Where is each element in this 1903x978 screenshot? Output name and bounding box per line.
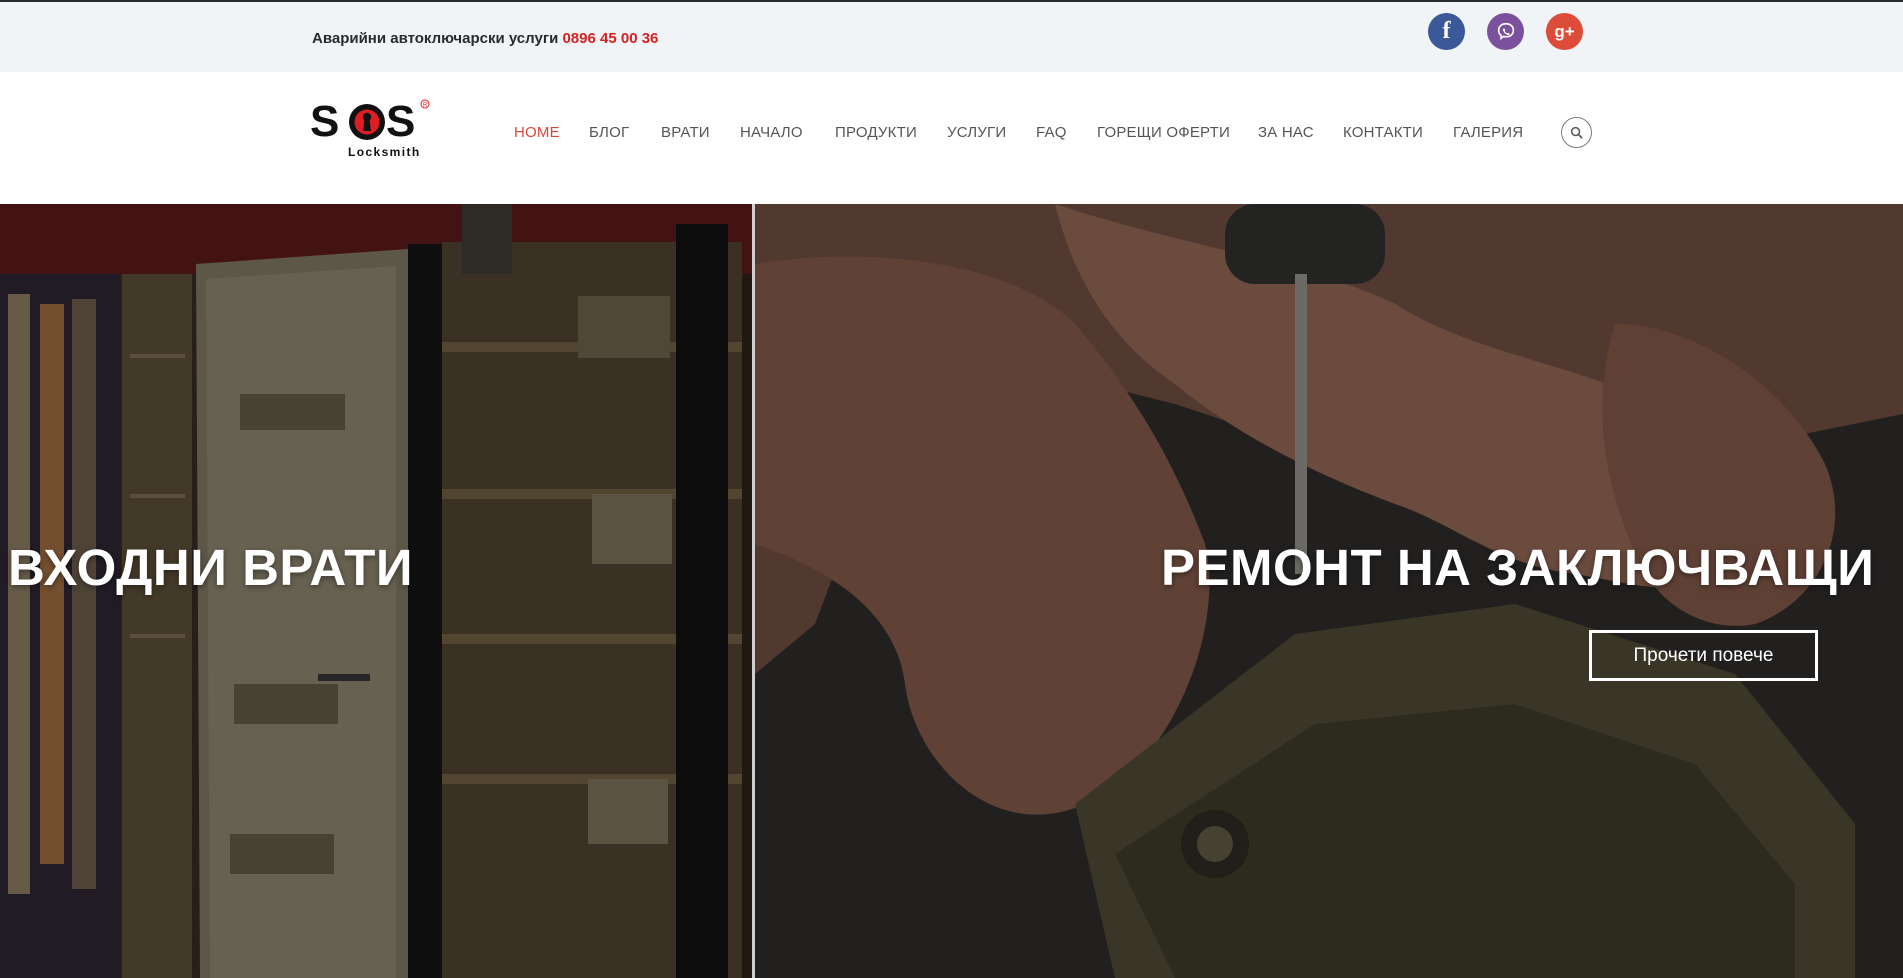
hero-slider: ВХОДНИ ВРАТИ РЕМОНТ НА ЗАКЛЮЧВАЩИ Прочет… <box>0 204 1903 978</box>
site-header: S S R Locksmith HOME БЛОГ ВРАТИ НАЧАЛО П… <box>0 72 1903 204</box>
emergency-info: Аварийни автоключарски услуги 0896 45 00… <box>312 30 658 47</box>
phone-link[interactable]: 0896 45 00 36 <box>562 30 658 47</box>
nav-home[interactable]: HOME <box>514 124 560 141</box>
nav-gallery[interactable]: ГАЛЕРИЯ <box>1453 124 1523 141</box>
logo-subtitle: Locksmith <box>348 145 421 159</box>
top-bar: Аварийни автоключарски услуги 0896 45 00… <box>0 0 1903 72</box>
service-text: Аварийни автоключарски услуги <box>312 30 563 47</box>
google-plus-icon[interactable]: g+ <box>1546 13 1583 50</box>
nav-contacts[interactable]: КОНТАКТИ <box>1343 124 1423 141</box>
search-icon <box>1570 126 1583 139</box>
svg-text:S: S <box>386 98 414 146</box>
nav-hot-offers[interactable]: ГОРЕЩИ ОФЕРТИ <box>1097 124 1230 141</box>
svg-text:S: S <box>310 98 338 146</box>
nav-blog[interactable]: БЛОГ <box>589 124 629 141</box>
nav-doors[interactable]: ВРАТИ <box>661 124 710 141</box>
slide-title-lock-repair: РЕМОНТ НА ЗАКЛЮЧВАЩИ <box>1161 539 1875 596</box>
nav-about[interactable]: ЗА НАС <box>1258 124 1314 141</box>
viber-icon[interactable] <box>1487 13 1524 50</box>
nav-start[interactable]: НАЧАЛО <box>740 124 803 141</box>
facebook-icon[interactable]: f <box>1428 13 1465 50</box>
nav-products[interactable]: ПРОДУКТИ <box>835 124 917 141</box>
search-button[interactable] <box>1561 117 1592 148</box>
read-more-button[interactable]: Прочети повече <box>1589 630 1818 681</box>
svg-text:R: R <box>423 103 428 109</box>
sos-locksmith-logo[interactable]: S S R Locksmith <box>310 97 434 160</box>
slide-title-doors: ВХОДНИ ВРАТИ <box>8 539 414 596</box>
nav-services[interactable]: УСЛУГИ <box>947 124 1006 141</box>
nav-faq[interactable]: FAQ <box>1036 124 1067 141</box>
